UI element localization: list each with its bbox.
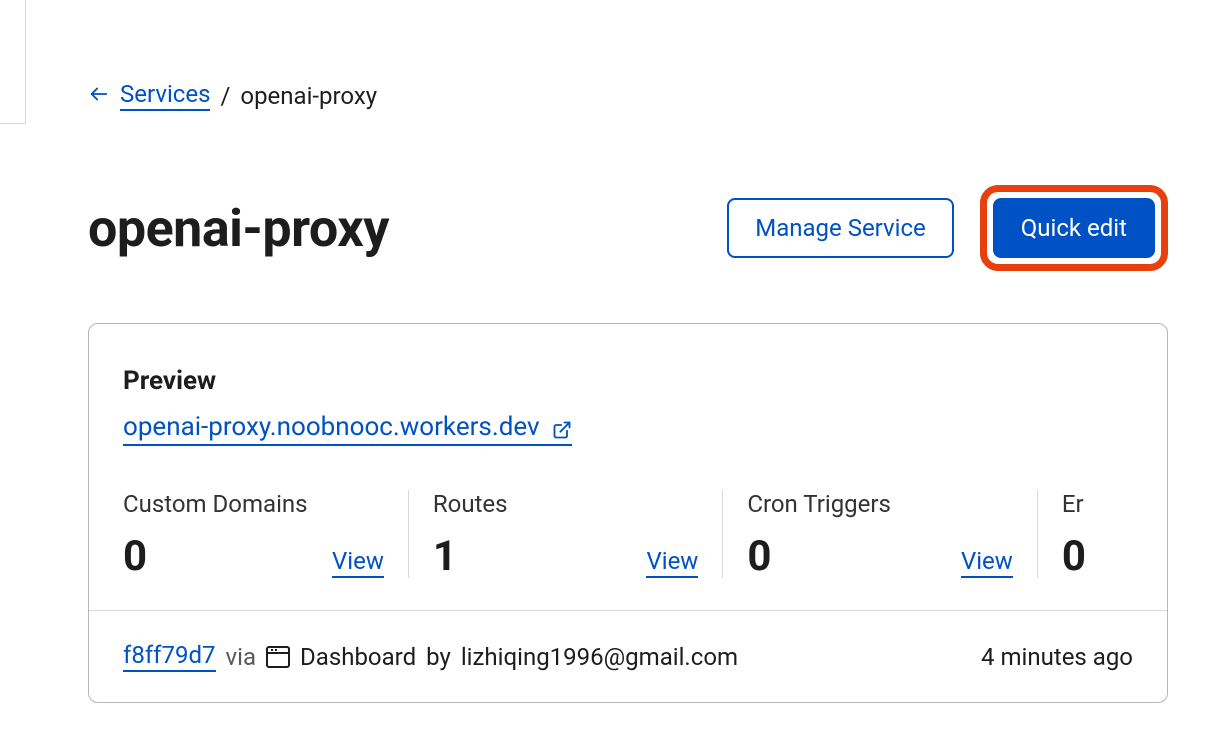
page-title: openai-proxy (88, 198, 389, 259)
stat-label: Custom Domains (123, 490, 384, 518)
breadcrumb-current: openai-proxy (240, 82, 377, 110)
external-link-icon (552, 417, 572, 437)
breadcrumb-services-link[interactable]: Services (120, 80, 210, 111)
view-cron-link[interactable]: View (961, 547, 1013, 578)
stat-value: 0 (123, 536, 147, 578)
stat-label: Er (1062, 490, 1109, 518)
stat-label: Routes (433, 490, 698, 518)
stat-value: 0 (1062, 536, 1086, 578)
stat-custom-domains: Custom Domains 0 View (123, 490, 408, 578)
sidebar-sliver (0, 0, 26, 124)
stat-truncated: Er 0 (1037, 490, 1133, 578)
via-text: via (226, 643, 257, 671)
service-summary-card: Preview openai-proxy.noobnooc.workers.de… (88, 323, 1168, 703)
view-custom-domains-link[interactable]: View (332, 547, 384, 578)
stat-label: Cron Triggers (747, 490, 1012, 518)
preview-url-link[interactable]: openai-proxy.noobnooc.workers.dev (123, 412, 572, 446)
stat-value: 0 (747, 536, 771, 578)
by-text: by (426, 643, 451, 671)
breadcrumb: Services / openai-proxy (88, 80, 1212, 111)
stat-cron-triggers: Cron Triggers 0 View (722, 490, 1036, 578)
view-routes-link[interactable]: View (646, 547, 698, 578)
dashboard-icon (266, 646, 290, 668)
manage-service-button[interactable]: Manage Service (727, 198, 954, 258)
breadcrumb-separator: / (220, 82, 230, 110)
back-arrow-icon[interactable] (88, 83, 110, 109)
quick-edit-highlight: Quick edit (980, 185, 1168, 271)
deployment-footer: f8ff79d7 via Dashboard by lizhiqing1996@… (89, 610, 1167, 702)
time-ago: 4 minutes ago (981, 643, 1133, 671)
source-text: Dashboard (300, 643, 416, 671)
commit-hash-link[interactable]: f8ff79d7 (123, 641, 216, 672)
stat-routes: Routes 1 View (408, 490, 722, 578)
preview-label: Preview (123, 366, 1133, 396)
stat-value: 1 (433, 536, 457, 578)
author-text: lizhiqing1996@gmail.com (461, 643, 738, 671)
preview-url-text: openai-proxy.noobnooc.workers.dev (123, 412, 540, 442)
quick-edit-button[interactable]: Quick edit (993, 198, 1155, 258)
